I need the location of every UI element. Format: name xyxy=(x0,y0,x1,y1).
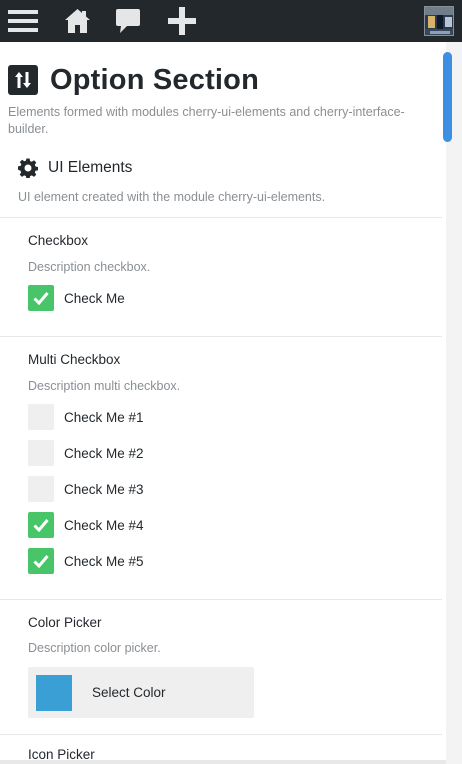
color-picker-title: Color Picker xyxy=(28,615,102,630)
divider xyxy=(0,217,442,218)
divider xyxy=(0,599,442,600)
checkbox-label: Check Me #1 xyxy=(64,409,144,425)
options-page: Option Section Elements formed with modu… xyxy=(0,42,446,764)
home-button[interactable] xyxy=(62,0,92,42)
bottom-edge xyxy=(0,760,446,764)
color-swatch[interactable] xyxy=(36,674,72,711)
checkbox-box[interactable] xyxy=(28,404,54,430)
checkbox-label: Check Me #5 xyxy=(64,553,144,569)
multi-checkbox-description: Description multi checkbox. xyxy=(28,379,181,393)
plus-icon xyxy=(168,7,196,35)
checkbox-title: Checkbox xyxy=(28,233,89,248)
avatar-image xyxy=(425,7,453,35)
checkbox-label: Check Me #2 xyxy=(64,445,144,461)
multi-checkbox-title: Multi Checkbox xyxy=(28,352,121,367)
gear-icon xyxy=(18,158,38,178)
divider xyxy=(0,734,442,735)
page-description: Elements formed with modules cherry-ui-e… xyxy=(8,105,405,136)
multi-checkbox-item-2[interactable]: Check Me #2 xyxy=(28,440,144,466)
menu-icon xyxy=(8,10,38,32)
checkbox-check-me[interactable]: Check Me xyxy=(28,285,125,311)
color-picker-description: Description color picker. xyxy=(28,641,161,655)
checkmark-icon xyxy=(33,292,49,305)
section-title: UI Elements xyxy=(48,159,133,176)
scrollbar-track[interactable] xyxy=(446,42,462,764)
checkmark-icon xyxy=(33,555,49,568)
checkbox-label: Check Me #4 xyxy=(64,517,144,533)
page-title: Option Section xyxy=(50,63,260,96)
comments-button[interactable] xyxy=(114,0,142,42)
user-avatar[interactable] xyxy=(424,6,454,36)
multi-checkbox-item-1[interactable]: Check Me #1 xyxy=(28,404,144,430)
checkbox-box[interactable] xyxy=(28,476,54,502)
checkbox-box[interactable] xyxy=(28,512,54,538)
checkbox-label: Check Me xyxy=(64,290,125,306)
checkbox-label: Check Me #3 xyxy=(64,481,144,497)
add-new-button[interactable] xyxy=(166,0,198,42)
sort-icon xyxy=(8,65,38,95)
section-description: UI element created with the module cherr… xyxy=(18,190,326,204)
multi-checkbox-item-3[interactable]: Check Me #3 xyxy=(28,476,144,502)
checkbox-description: Description checkbox. xyxy=(28,260,151,274)
checkbox-box[interactable] xyxy=(28,548,54,574)
checkbox-box[interactable] xyxy=(28,285,54,311)
top-bar xyxy=(0,0,462,42)
select-color-button[interactable]: Select Color xyxy=(28,667,254,718)
scrollbar-thumb[interactable] xyxy=(443,52,452,142)
menu-button[interactable] xyxy=(6,0,40,42)
section-header: UI Elements xyxy=(18,156,132,180)
comment-icon xyxy=(116,9,140,33)
page-header: Option Section xyxy=(8,62,259,98)
divider xyxy=(0,336,442,337)
home-icon xyxy=(64,9,90,33)
select-color-label: Select Color xyxy=(92,685,166,700)
multi-checkbox-item-4[interactable]: Check Me #4 xyxy=(28,512,144,538)
multi-checkbox-item-5[interactable]: Check Me #5 xyxy=(28,548,144,574)
checkbox-box[interactable] xyxy=(28,440,54,466)
checkmark-icon xyxy=(33,519,49,532)
